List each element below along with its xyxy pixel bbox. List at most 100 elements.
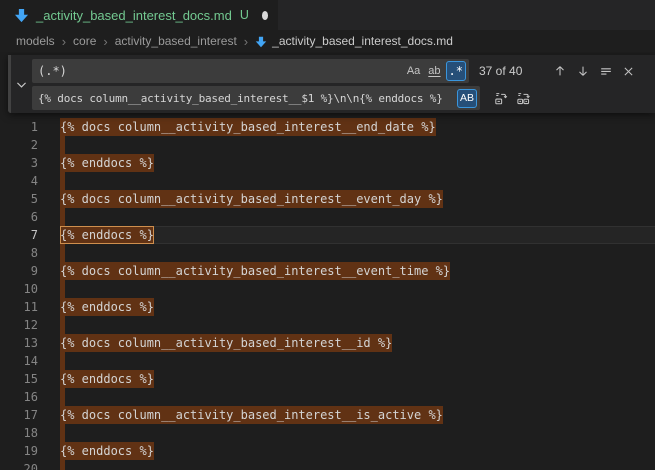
line-number: 13 — [0, 334, 38, 352]
breadcrumb-item-file[interactable]: _activity_based_interest_docs.md — [255, 34, 453, 48]
regex-toggle[interactable]: .* — [446, 61, 466, 81]
git-status-badge: U — [240, 8, 249, 22]
arrow-up-icon — [553, 64, 567, 78]
markdown-file-icon — [255, 36, 267, 48]
breadcrumb-item-core[interactable]: core — [73, 34, 96, 48]
line-number: 4 — [0, 172, 38, 190]
line-number: 6 — [0, 208, 38, 226]
code-lines: 1 {% docs column__activity_based_interes… — [0, 52, 655, 470]
find-match-highlight-empty — [60, 316, 65, 334]
find-match-highlight-empty — [60, 352, 65, 370]
code-line: 4 — [0, 172, 655, 190]
line-content[interactable]: {% docs column__activity_based_interest_… — [60, 118, 655, 136]
line-number: 2 — [0, 136, 38, 154]
replace-all-icon — [516, 91, 531, 106]
breadcrumb: models › core › activity_based_interest … — [0, 30, 655, 52]
line-number: 16 — [0, 388, 38, 406]
code-line: 11 {% enddocs %} — [0, 298, 655, 316]
find-query-text: (.*) — [38, 64, 402, 78]
breadcrumb-file-label: _activity_based_interest_docs.md — [272, 34, 453, 48]
find-match-highlight: {% enddocs %} — [60, 442, 154, 460]
line-content[interactable]: {% enddocs %} — [60, 154, 655, 172]
replace-all-button[interactable] — [512, 87, 535, 109]
code-line: 17 {% docs column__activity_based_intere… — [0, 406, 655, 424]
code-line: 12 — [0, 316, 655, 334]
editor-tab[interactable]: _activity_based_interest_docs.md U — [0, 0, 278, 30]
find-input[interactable]: (.*) Aa ab .* — [32, 59, 469, 83]
find-match-highlight: {% docs column__activity_based_interest_… — [60, 334, 392, 352]
markdown-file-icon — [14, 8, 29, 23]
line-number: 15 — [0, 370, 38, 388]
code-line: 15 {% enddocs %} — [0, 370, 655, 388]
match-case-toggle[interactable]: Aa — [404, 61, 423, 81]
previous-match-button[interactable] — [548, 60, 571, 82]
line-number: 9 — [0, 262, 38, 280]
find-match-highlight-empty — [60, 244, 65, 262]
code-line: 2 — [0, 136, 655, 154]
find-match-highlight: {% enddocs %} — [60, 154, 154, 172]
find-match-highlight-empty — [60, 388, 65, 406]
code-line: 14 — [0, 352, 655, 370]
next-match-button[interactable] — [571, 60, 594, 82]
replace-input[interactable]: {% docs column__activity_based_interest_… — [32, 86, 480, 110]
find-match-highlight: {% docs column__activity_based_interest_… — [60, 190, 443, 208]
line-number: 19 — [0, 442, 38, 460]
code-line: 1 {% docs column__activity_based_interes… — [0, 118, 655, 136]
code-line: 18 — [0, 424, 655, 442]
editor-pane: (.*) Aa ab .* 37 of 40 — [0, 52, 655, 470]
find-results-count: 37 of 40 — [479, 64, 522, 78]
code-line: 20 — [0, 460, 655, 470]
line-content[interactable]: {% enddocs %} — [60, 298, 655, 316]
find-match-highlight: {% enddocs %} — [60, 226, 154, 244]
breadcrumb-item-models[interactable]: models — [16, 34, 55, 48]
tab-filename: _activity_based_interest_docs.md — [36, 8, 232, 23]
tab-bar: _activity_based_interest_docs.md U — [0, 0, 655, 30]
line-number: 1 — [0, 118, 38, 136]
find-match-highlight-empty — [60, 280, 65, 298]
code-line: 9 {% docs column__activity_based_interes… — [0, 262, 655, 280]
close-find-widget-button[interactable] — [617, 60, 640, 82]
line-content[interactable]: {% enddocs %} — [60, 442, 655, 460]
line-content[interactable] — [60, 460, 655, 470]
toggle-replace-button[interactable] — [11, 55, 32, 113]
find-match-highlight-empty — [60, 136, 65, 154]
preserve-case-toggle[interactable]: AB — [457, 89, 477, 108]
line-content[interactable]: {% docs column__activity_based_interest_… — [60, 190, 655, 208]
find-match-highlight-empty — [60, 460, 65, 470]
line-number: 7 — [0, 226, 38, 244]
code-line: 7 {% enddocs %} — [0, 226, 655, 244]
line-number: 3 — [0, 154, 38, 172]
replace-icon — [493, 91, 508, 106]
code-line: 5 {% docs column__activity_based_interes… — [0, 190, 655, 208]
chevron-right-icon: › — [103, 35, 107, 48]
code-line: 8 — [0, 244, 655, 262]
line-number: 5 — [0, 190, 38, 208]
line-number: 8 — [0, 244, 38, 262]
find-match-highlight: {% docs column__activity_based_interest_… — [60, 406, 443, 424]
chevron-down-icon — [15, 78, 28, 91]
line-content[interactable]: {% enddocs %} — [60, 226, 655, 244]
line-content[interactable]: {% docs column__activity_based_interest_… — [60, 262, 655, 280]
find-match-highlight: {% docs column__activity_based_interest_… — [60, 118, 436, 136]
line-content[interactable]: {% enddocs %} — [60, 370, 655, 388]
find-match-highlight-empty — [60, 172, 65, 190]
code-line: 10 — [0, 280, 655, 298]
line-number: 17 — [0, 406, 38, 424]
line-number: 10 — [0, 280, 38, 298]
close-icon — [622, 65, 635, 78]
line-content[interactable]: {% docs column__activity_based_interest_… — [60, 334, 655, 352]
find-match-highlight: {% enddocs %} — [60, 298, 154, 316]
find-replace-widget: (.*) Aa ab .* 37 of 40 — [8, 55, 655, 113]
find-match-highlight: {% enddocs %} — [60, 370, 154, 388]
code-line: 19 {% enddocs %} — [0, 442, 655, 460]
breadcrumb-item-activity-based-interest[interactable]: activity_based_interest — [115, 34, 237, 48]
whole-word-toggle[interactable]: ab — [425, 61, 443, 81]
replace-button[interactable] — [489, 87, 512, 109]
find-in-selection-button[interactable] — [594, 60, 617, 82]
line-number: 20 — [0, 460, 38, 470]
code-line: 16 — [0, 388, 655, 406]
unsaved-changes-dot[interactable] — [262, 11, 268, 20]
line-number: 14 — [0, 352, 38, 370]
line-content[interactable]: {% docs column__activity_based_interest_… — [60, 406, 655, 424]
line-number: 12 — [0, 316, 38, 334]
